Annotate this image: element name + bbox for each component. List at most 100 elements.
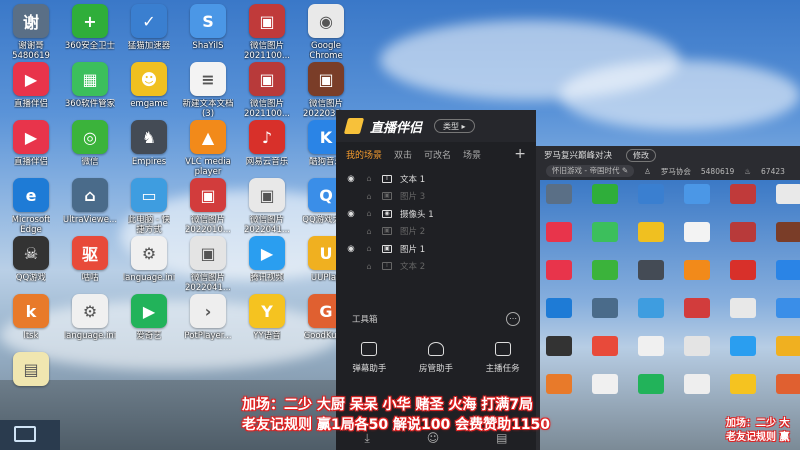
tool-danmaku[interactable]: 弹幕助手 [352,342,386,374]
desktop-icon-grid: 谢谢谢哥 5480619 +360安全卫士 ✓ 猛猫加速器 S ShaYiIS ▣ 微信图片 … [0,0,350,450]
tool-label: 主播任务 [485,364,520,374]
desktop-icon-label: Google Chrome [309,41,343,61]
lock-icon[interactable]: ⌂ [364,192,374,201]
tab-scenes[interactable]: 场景 [463,148,481,161]
eye-icon[interactable]: ◉ [346,209,356,219]
source-type-icon: ▣ [382,244,392,253]
desktop-icon[interactable]: ☠ QQ游戏 [2,236,60,294]
desktop-icon[interactable]: 驱咕咕 [61,236,119,294]
desktop-icon[interactable]: ⚙ language.ini [120,236,178,294]
desktop-icon[interactable]: ▣ 微信图片 2022041... [179,236,237,294]
preview-desktop-icon [776,260,800,280]
desktop-icon[interactable]: Y YY语音 [238,294,296,352]
desktop-icon[interactable]: e Microsoft Edge [2,178,60,236]
preview-desktop-icon [776,336,800,356]
preview-desktop-icon [776,298,800,318]
tab-my-scenes[interactable]: 我的场景 [346,148,382,161]
preview-desktop-icon [546,184,572,204]
desktop-icon-label: 腾讯视频 [249,273,284,283]
desktop-icon[interactable]: ▶ 直播伴侣 [2,120,60,178]
preview-desktop-icon [684,336,710,356]
app-icon: ▲ [190,120,226,154]
desktop-icon[interactable]: ⌂ UltraViewe... [61,178,119,236]
preview-desktop-icon [592,298,618,318]
app-icon: ▣ [249,62,285,96]
danmaku-icon [361,342,378,356]
scene-source-item[interactable]: ◉ ⌂ ◉ 摄像头 1 [336,205,536,223]
app-icon: ◎ [72,120,108,154]
desktop-icon[interactable]: ▭ 此电脑 - 快 捷方式 [120,178,178,236]
app-title: 直播伴侣 [370,120,423,136]
desktop-icon[interactable]: ▣ 微信图片 2021100... [238,4,296,62]
tool-task[interactable]: 主播任务 [486,342,520,374]
desktop-icon[interactable]: ♞ Empires [120,120,178,178]
desktop-icon-label: language.ini [122,273,176,283]
scene-source-item[interactable]: ◉ ⌂ T 文本 1 [336,170,536,188]
desktop-icon[interactable]: ♪ 网易云音乐 [238,120,296,178]
lock-icon[interactable]: ⌂ [364,244,374,253]
preview-desktop-icon [730,298,756,318]
desktop-icon[interactable]: ▶ 直播伴侣 [2,62,60,120]
desktop-icon[interactable]: +360安全卫士 [61,4,119,62]
desktop-icon-label: 咕咕 [81,273,99,283]
edit-title-button[interactable]: 修改 [626,148,657,162]
desktop-icon[interactable]: ▣ 微信图片 2022041... [238,178,296,236]
taskbar[interactable] [0,420,60,450]
scene-source-label: 文本 2 [400,262,426,273]
preview-desktop-icon [730,260,756,280]
source-type-icon: ▣ [382,192,392,201]
desktop-icon[interactable]: ≡ 新建文本文档 (3) [179,62,237,120]
more-icon[interactable]: ⋯ [506,312,520,326]
category-chip[interactable]: 怀旧游戏 - 帝国时代 ✎ [546,165,635,177]
eye-icon[interactable]: ◉ [346,174,356,184]
desktop-icon[interactable]: ▣ 微信图片 2021100... [238,62,296,120]
scene-source-item[interactable]: ◉ ⌂ ▣ 图片 1 [336,240,536,258]
monitor-icon[interactable] [14,426,36,442]
desktop-icon-label: ShaYiIS [192,41,224,51]
scene-source-label: 文本 1 [400,174,426,185]
desktop-icon[interactable]: ◉ Google Chrome [297,4,355,62]
desktop-icon[interactable]: ▶ 腾讯视频 [238,236,296,294]
type-button[interactable]: 类型 ▸ [434,119,475,133]
desktop-icon[interactable]: ▦ 360软件管家 [61,62,119,120]
desktop-icon[interactable]: ▶ 爱奇艺 [120,294,178,352]
stream-preview-screen[interactable] [540,180,800,450]
desktop-icon[interactable]: ⚙ language.ini [61,294,119,352]
scene-source-item[interactable]: ⌂ ▣ 图片 3 [336,188,536,206]
desktop-icon[interactable]: ✓ 猛猫加速器 [120,4,178,62]
app-icon: ▣ [190,236,226,270]
desktop-icon[interactable]: ◎ 微信 [61,120,119,178]
preview-desktop-icon [730,374,756,394]
desktop-icon-label: 爱奇艺 [136,331,162,341]
tab-rename[interactable]: 可改名 [424,148,451,161]
desktop-icon[interactable]: ☻ emgame [120,62,178,120]
preview-desktop-icon [546,374,572,394]
preview-desktop-icon [638,260,664,280]
lock-icon[interactable]: ⌂ [364,209,374,218]
plus-icon[interactable]: + [514,146,526,162]
desktop-icon[interactable]: ▣ 微信图片 2022010... [179,178,237,236]
tab-double-click[interactable]: 双击 [394,148,412,161]
desktop-icon[interactable]: ▲ VLC media player [179,120,237,178]
lock-icon[interactable]: ⌂ [364,262,374,271]
desktop-icon[interactable]: ▤ [2,352,60,410]
preview-desktop-icon [638,336,664,356]
desktop-icon[interactable]: 谢谢谢哥 5480619 [2,4,60,62]
desktop-icon[interactable]: › PotPlayer... [179,294,237,352]
overlay-text-line1: 加场：二少 大厨 呆呆 小华 赌圣 火海 打满7局 [242,397,533,413]
preview-desktop-icon [592,184,618,204]
desktop-icon-label: 微信图片 2022041... [185,273,231,293]
preview-desktop-icon [776,184,800,204]
scene-source-item[interactable]: ⌂ ▣ 图片 2 [336,223,536,241]
preview-overlay-line1: 加场：二少 大 [726,418,790,429]
desktop-icon[interactable]: S ShaYiIS [179,4,237,62]
desktop-icon[interactable]: k ltsk [2,294,60,352]
app-logo-icon [343,118,365,134]
eye-icon[interactable]: ◉ [346,244,356,254]
lock-icon[interactable]: ⌂ [364,227,374,236]
source-type-icon: T [382,262,392,271]
desktop-icon-label: 此电脑 - 快 捷方式 [127,215,171,235]
lock-icon[interactable]: ⌂ [364,174,374,183]
tool-admin[interactable]: 房管助手 [419,342,453,374]
scene-source-item[interactable]: ⌂ T 文本 2 [336,258,536,276]
